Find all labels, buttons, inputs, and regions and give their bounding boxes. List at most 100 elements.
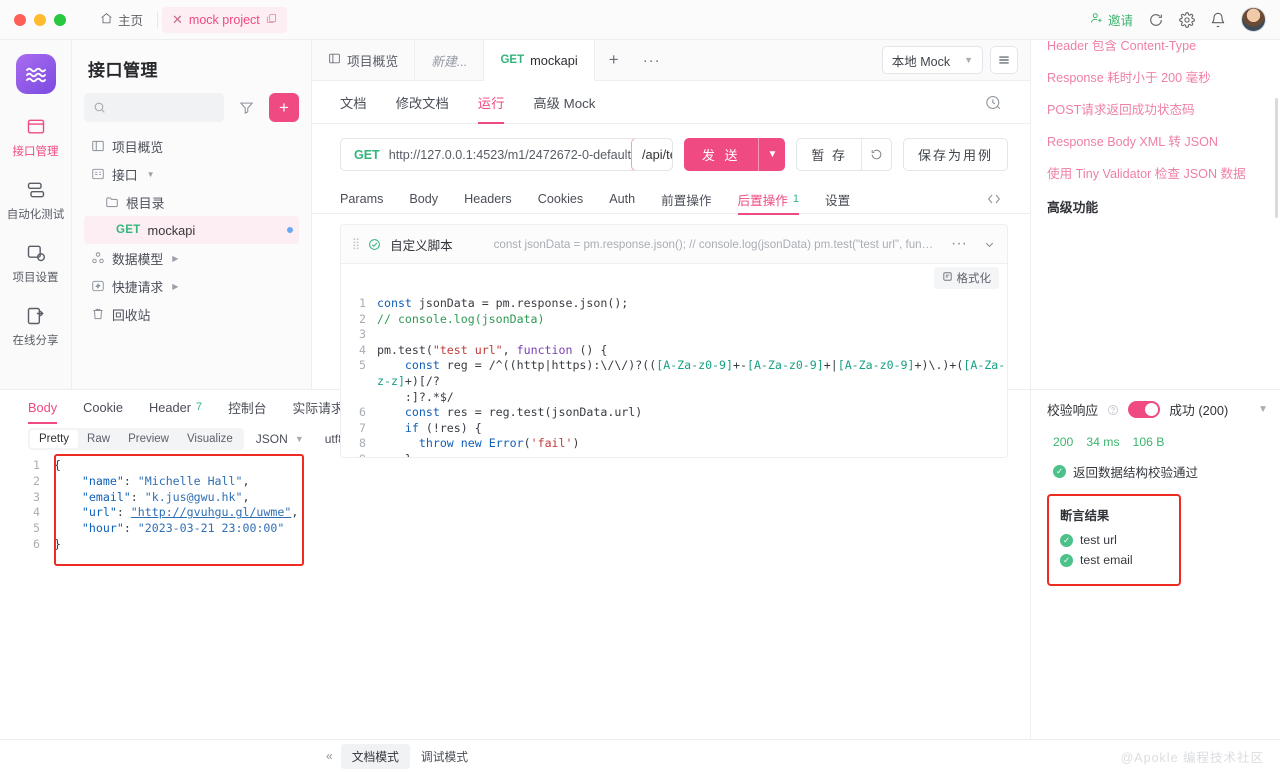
tab-mockapi[interactable]: GET mockapi (484, 40, 595, 81)
snippet-item[interactable]: Response Body XML 转 JSON (1047, 133, 1266, 152)
validation-toggle[interactable] (1128, 401, 1161, 418)
sidebar-item-recycle-bin[interactable]: 回收站 (84, 300, 299, 328)
snippet-item[interactable]: Header 包含 Content-Type (1047, 40, 1266, 56)
online-share-icon (25, 305, 47, 327)
format-button[interactable]: 格式化 (933, 267, 999, 289)
tab-new[interactable]: 新建... (415, 40, 485, 80)
ptab-settings[interactable]: 设置 (825, 183, 850, 215)
close-window-button[interactable] (14, 13, 26, 26)
close-icon[interactable]: ✕ (172, 13, 183, 26)
invite-button[interactable]: 邀请 (1090, 10, 1133, 29)
script-code[interactable]: 1 const jsonData = pm.response.json(); 2/… (341, 292, 1007, 457)
maximize-window-button[interactable] (54, 13, 66, 26)
snippet-item[interactable]: Response 耗时小于 200 毫秒 (1047, 69, 1266, 88)
add-api-button[interactable]: + (269, 93, 299, 122)
view-mode-preview[interactable]: Preview (119, 430, 178, 448)
view-mode-raw[interactable]: Raw (78, 430, 119, 448)
sidebar-item-label: 回收站 (112, 307, 151, 323)
chevron-down-icon[interactable]: ▼ (1258, 404, 1268, 415)
request-path-input[interactable]: /api/test/mock/data (630, 139, 672, 170)
json-value-link[interactable]: "http://gvuhgu.gl/uwme" (131, 505, 292, 519)
view-mode-visualize[interactable]: Visualize (178, 430, 242, 448)
subtab-doc[interactable]: 文档 (340, 81, 367, 124)
chevron-down-icon[interactable]: ▼ (759, 138, 785, 171)
tab-overflow-button[interactable]: ··· (633, 40, 671, 80)
ptab-auth[interactable]: Auth (609, 183, 635, 215)
sidebar-item-api[interactable]: 接口 ▼ (84, 160, 299, 188)
send-button[interactable]: 发 送 ▼ (683, 138, 786, 171)
rtab-header[interactable]: Header 7 (149, 390, 202, 424)
minimize-window-button[interactable] (34, 13, 46, 26)
new-tab-button[interactable]: + (595, 40, 633, 80)
reset-icon[interactable] (862, 139, 891, 170)
response-json[interactable]: 1{ 2 "name": "Michelle Hall", 3 "email":… (28, 458, 298, 553)
url-bar[interactable]: GET http://127.0.0.1:4523/m1/2472672-0-d… (340, 138, 673, 171)
question-icon[interactable] (1107, 404, 1119, 416)
view-mode-pretty[interactable]: Pretty (30, 430, 79, 448)
home-tab[interactable]: 主页 (90, 7, 153, 33)
menu-button[interactable] (990, 46, 1018, 74)
gear-icon[interactable] (1179, 11, 1195, 28)
snippet-item[interactable]: 使用 Tiny Validator 检查 JSON 数据 (1047, 165, 1266, 184)
format-label: 格式化 (956, 273, 992, 285)
search-input[interactable] (84, 93, 224, 122)
ptab-headers[interactable]: Headers (464, 183, 512, 215)
subtab-advanced-mock[interactable]: 高级 Mock (533, 81, 595, 124)
subtab-edit-doc[interactable]: 修改文档 (396, 81, 449, 124)
sidebar-item-mockapi[interactable]: GET mockapi (84, 216, 299, 244)
environment-selector[interactable]: 本地 Mock ▼ (881, 46, 983, 74)
project-tree-sidebar: 接口管理 + 项目概览 接口 ▼ 根目录 GET mockapi 数据模型 ▶ … (72, 40, 312, 389)
drag-handle-icon[interactable]: ⣿ (352, 238, 360, 249)
sidebar-item-overview[interactable]: 项目概览 (84, 132, 299, 160)
avatar[interactable] (1241, 7, 1266, 32)
mode-doc[interactable]: 文档模式 (340, 743, 410, 769)
bell-icon[interactable] (1210, 12, 1226, 28)
file-tabstrip: 项目概览 新建... GET mockapi + ··· 本地 Mock ▼ (312, 40, 1030, 81)
ellipsis-icon[interactable]: ··· (944, 235, 967, 253)
script-editor[interactable]: 格式化 1 const jsonData = pm.response.json()… (340, 263, 1008, 458)
rtab-cookie[interactable]: Cookie (83, 390, 123, 424)
chevron-down-icon[interactable] (976, 238, 996, 251)
subtab-run[interactable]: 运行 (478, 81, 505, 124)
response-json-box[interactable]: 1{ 2 "name": "Michelle Hall", 3 "email":… (28, 454, 304, 566)
rail-item-api-manage[interactable]: 接口管理 (0, 116, 71, 159)
chevron-down-icon[interactable]: ▼ (147, 170, 155, 179)
script-preview: const jsonData = pm.response.json(); // … (493, 237, 935, 251)
save-temp-button[interactable]: 暂 存 (796, 138, 892, 171)
ptab-body[interactable]: Body (409, 183, 438, 215)
rail-item-auto-test[interactable]: 自动化测试 (0, 179, 71, 222)
rtab-console[interactable]: 控制台 (228, 390, 266, 424)
mode-debug[interactable]: 调试模式 (410, 744, 479, 769)
sidebar-item-data-model[interactable]: 数据模型 ▶ (84, 244, 299, 272)
sidebar-item-root-folder[interactable]: 根目录 (84, 188, 299, 216)
rtab-body[interactable]: Body (28, 390, 57, 424)
request-method[interactable]: GET (341, 148, 389, 162)
line-number: 7 (359, 420, 366, 435)
snippet-item[interactable]: POST请求返回成功状态码 (1047, 101, 1266, 120)
rail-item-project-settings[interactable]: 项目设置 (0, 242, 71, 285)
refresh-icon[interactable] (1148, 12, 1164, 28)
code-brackets-icon[interactable] (986, 191, 1002, 207)
filter-button[interactable] (232, 93, 261, 122)
copy-icon[interactable] (266, 13, 277, 27)
ptab-cookies[interactable]: Cookies (538, 183, 584, 215)
overview-icon (328, 52, 341, 68)
save-as-case-button[interactable]: 保存为用例 (902, 138, 1008, 171)
chevron-right-icon[interactable]: ▶ (172, 254, 178, 263)
view-mode-segmented[interactable]: Pretty Raw Preview Visualize (28, 428, 244, 450)
mode-segmented[interactable]: 文档模式 调试模式 (340, 743, 479, 769)
rail-item-online-share[interactable]: 在线分享 (0, 305, 71, 348)
ptab-params[interactable]: Params (340, 183, 383, 215)
script-header[interactable]: ⣿ 自定义脚本 const jsonData = pm.response.jso… (340, 224, 1008, 263)
format-selector[interactable]: JSON ▼ (247, 432, 313, 446)
window-controls[interactable] (14, 13, 66, 26)
ptab-post-operation[interactable]: 后置操作 1 (738, 183, 800, 215)
history-edit-icon[interactable] (985, 94, 1002, 111)
ptab-pre-operation[interactable]: 前置操作 (661, 183, 711, 215)
project-tab[interactable]: ✕ mock project (162, 6, 287, 33)
tab-project-overview[interactable]: 项目概览 (312, 40, 416, 80)
snippet-scrollbar[interactable] (1275, 98, 1278, 218)
double-chevron-left-icon[interactable]: « (326, 749, 333, 763)
chevron-right-icon[interactable]: ▶ (172, 282, 178, 291)
sidebar-item-quick-request[interactable]: 快捷请求 ▶ (84, 272, 299, 300)
